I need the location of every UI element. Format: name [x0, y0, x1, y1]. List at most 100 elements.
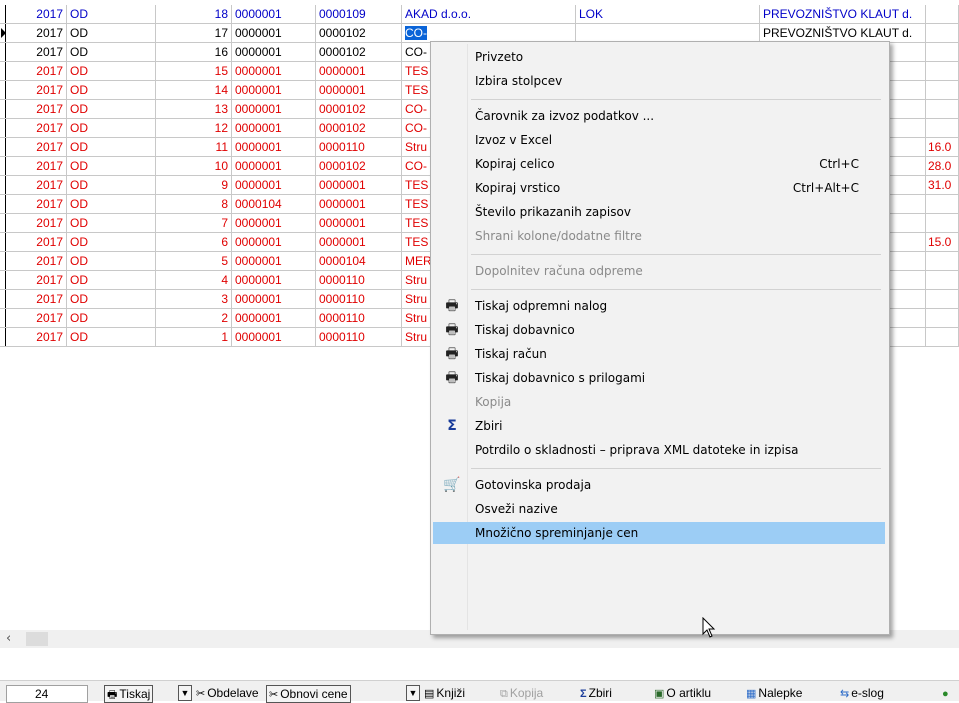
- table-cell-year[interactable]: 2017: [6, 138, 67, 156]
- table-cell-type[interactable]: OD: [67, 233, 156, 251]
- table-cell-art[interactable]: 0000001: [316, 233, 402, 251]
- table-cell-num[interactable]: 2: [156, 309, 232, 327]
- table-cell-year[interactable]: 2017: [6, 176, 67, 194]
- table-cell-code[interactable]: 0000104: [232, 195, 316, 213]
- table-cell-num[interactable]: 14: [156, 81, 232, 99]
- table-cell-num[interactable]: 18: [156, 5, 232, 23]
- table-cell-type[interactable]: OD: [67, 176, 156, 194]
- table-cell-name[interactable]: CO-: [402, 24, 576, 42]
- table-cell-val[interactable]: [926, 309, 959, 327]
- table-cell-num[interactable]: 15: [156, 62, 232, 80]
- table-cell-val[interactable]: [926, 214, 959, 232]
- table-cell-type[interactable]: OD: [67, 81, 156, 99]
- menu-item[interactable]: Σ Zbiri: [433, 415, 885, 437]
- table-cell-code[interactable]: 0000001: [232, 309, 316, 327]
- table-cell-year[interactable]: 2017: [6, 62, 67, 80]
- table-cell-sup[interactable]: PREVOZNIŠTVO KLAUT d.: [760, 24, 926, 42]
- table-cell-year[interactable]: 2017: [6, 81, 67, 99]
- table-cell-num[interactable]: 1: [156, 328, 232, 346]
- menu-item[interactable]: Število prikazanih zapisov: [433, 201, 885, 223]
- table-cell-art[interactable]: 0000001: [316, 176, 402, 194]
- table-cell-art[interactable]: 0000102: [316, 24, 402, 42]
- table-cell-code[interactable]: 0000001: [232, 24, 316, 42]
- menu-item[interactable]: Kopiraj vrstico Ctrl+Alt+C: [433, 177, 885, 199]
- table-cell-sup[interactable]: PREVOZNIŠTVO KLAUT d.: [760, 5, 926, 23]
- table-cell-num[interactable]: 8: [156, 195, 232, 213]
- table-cell-year[interactable]: 2017: [6, 157, 67, 175]
- e-slog-button[interactable]: ⇆ e-slog: [840, 685, 884, 701]
- print-button[interactable]: 🖶 Tiskaj: [104, 685, 154, 703]
- table-cell-type[interactable]: OD: [67, 24, 156, 42]
- menu-item[interactable]: Potrdilo o skladnosti – priprava XML dat…: [433, 439, 885, 461]
- table-cell-sub[interactable]: LOK: [576, 5, 760, 23]
- table-cell-code[interactable]: 0000001: [232, 290, 316, 308]
- table-cell-art[interactable]: 0000110: [316, 328, 402, 346]
- table-cell-num[interactable]: 13: [156, 100, 232, 118]
- copy-button[interactable]: ⧉ Kopija: [500, 685, 543, 701]
- table-cell-code[interactable]: 0000001: [232, 100, 316, 118]
- table-cell-art[interactable]: 0000102: [316, 43, 402, 61]
- table-cell-type[interactable]: OD: [67, 43, 156, 61]
- post-button[interactable]: ▤ Knjiži: [424, 685, 465, 701]
- table-cell-year[interactable]: 2017: [6, 290, 67, 308]
- table-cell-val[interactable]: 31.0: [926, 176, 959, 194]
- table-cell-code[interactable]: 0000001: [232, 43, 316, 61]
- table-cell-num[interactable]: 7: [156, 214, 232, 232]
- refresh-prices-button[interactable]: ✂ Obnovi cene: [266, 685, 351, 703]
- table-cell-code[interactable]: 0000001: [232, 252, 316, 270]
- table-cell-year[interactable]: 2017: [6, 195, 67, 213]
- table-cell-num[interactable]: 12: [156, 119, 232, 137]
- table-cell-val[interactable]: [926, 24, 959, 42]
- table-cell-val[interactable]: [926, 62, 959, 80]
- table-cell-code[interactable]: 0000001: [232, 138, 316, 156]
- table-cell-val[interactable]: [926, 195, 959, 213]
- table-cell-val[interactable]: 28.0: [926, 157, 959, 175]
- menu-item[interactable]: Kopiraj celico Ctrl+C: [433, 153, 885, 175]
- processing-button[interactable]: ✂ Obdelave: [196, 685, 259, 701]
- table-cell-year[interactable]: 2017: [6, 214, 67, 232]
- table-cell-val[interactable]: [926, 271, 959, 289]
- table-cell-art[interactable]: 0000110: [316, 271, 402, 289]
- table-cell-val[interactable]: 15.0: [926, 233, 959, 251]
- table-cell-sub[interactable]: [576, 24, 760, 42]
- table-cell-art[interactable]: 0000110: [316, 290, 402, 308]
- table-cell-code[interactable]: 0000001: [232, 214, 316, 232]
- table-cell-type[interactable]: OD: [67, 138, 156, 156]
- globe-button[interactable]: ●: [942, 685, 951, 701]
- table-cell-year[interactable]: 2017: [6, 271, 67, 289]
- table-cell-code[interactable]: 0000001: [232, 271, 316, 289]
- table-cell-code[interactable]: 0000001: [232, 62, 316, 80]
- menu-item[interactable]: Čarovnik za izvoz podatkov ...: [433, 105, 885, 127]
- table-cell-type[interactable]: OD: [67, 214, 156, 232]
- refresh-prices-dropdown-button[interactable]: ▼: [406, 685, 420, 701]
- table-cell-type[interactable]: OD: [67, 309, 156, 327]
- table-cell-year[interactable]: 2017: [6, 24, 67, 42]
- table-cell-val[interactable]: [926, 100, 959, 118]
- table-cell-code[interactable]: 0000001: [232, 5, 316, 23]
- table-cell-type[interactable]: OD: [67, 195, 156, 213]
- table-cell-name[interactable]: AKAD d.o.o.: [402, 5, 576, 23]
- table-cell-art[interactable]: 0000001: [316, 195, 402, 213]
- menu-item[interactable]: 🖶 Tiskaj dobavnico s prilogami: [433, 367, 885, 389]
- table-cell-num[interactable]: 4: [156, 271, 232, 289]
- table-cell-val[interactable]: [926, 328, 959, 346]
- table-cell-num[interactable]: 9: [156, 176, 232, 194]
- table-cell-art[interactable]: 0000001: [316, 81, 402, 99]
- menu-item[interactable]: 🖶 Tiskaj odpremni nalog: [433, 295, 885, 317]
- table-cell-year[interactable]: 2017: [6, 328, 67, 346]
- table-cell-type[interactable]: OD: [67, 5, 156, 23]
- table-cell-year[interactable]: 2017: [6, 43, 67, 61]
- table-cell-code[interactable]: 0000001: [232, 176, 316, 194]
- menu-item[interactable]: Izvoz v Excel: [433, 129, 885, 151]
- table-cell-num[interactable]: 6: [156, 233, 232, 251]
- table-cell-art[interactable]: 0000102: [316, 119, 402, 137]
- table-cell-year[interactable]: 2017: [6, 252, 67, 270]
- table-cell-art[interactable]: 0000110: [316, 309, 402, 327]
- table-cell-type[interactable]: OD: [67, 328, 156, 346]
- table-cell-year[interactable]: 2017: [6, 233, 67, 251]
- table-cell-val[interactable]: [926, 290, 959, 308]
- table-cell-art[interactable]: 0000001: [316, 62, 402, 80]
- table-cell-type[interactable]: OD: [67, 290, 156, 308]
- table-cell-year[interactable]: 2017: [6, 309, 67, 327]
- table-cell-num[interactable]: 5: [156, 252, 232, 270]
